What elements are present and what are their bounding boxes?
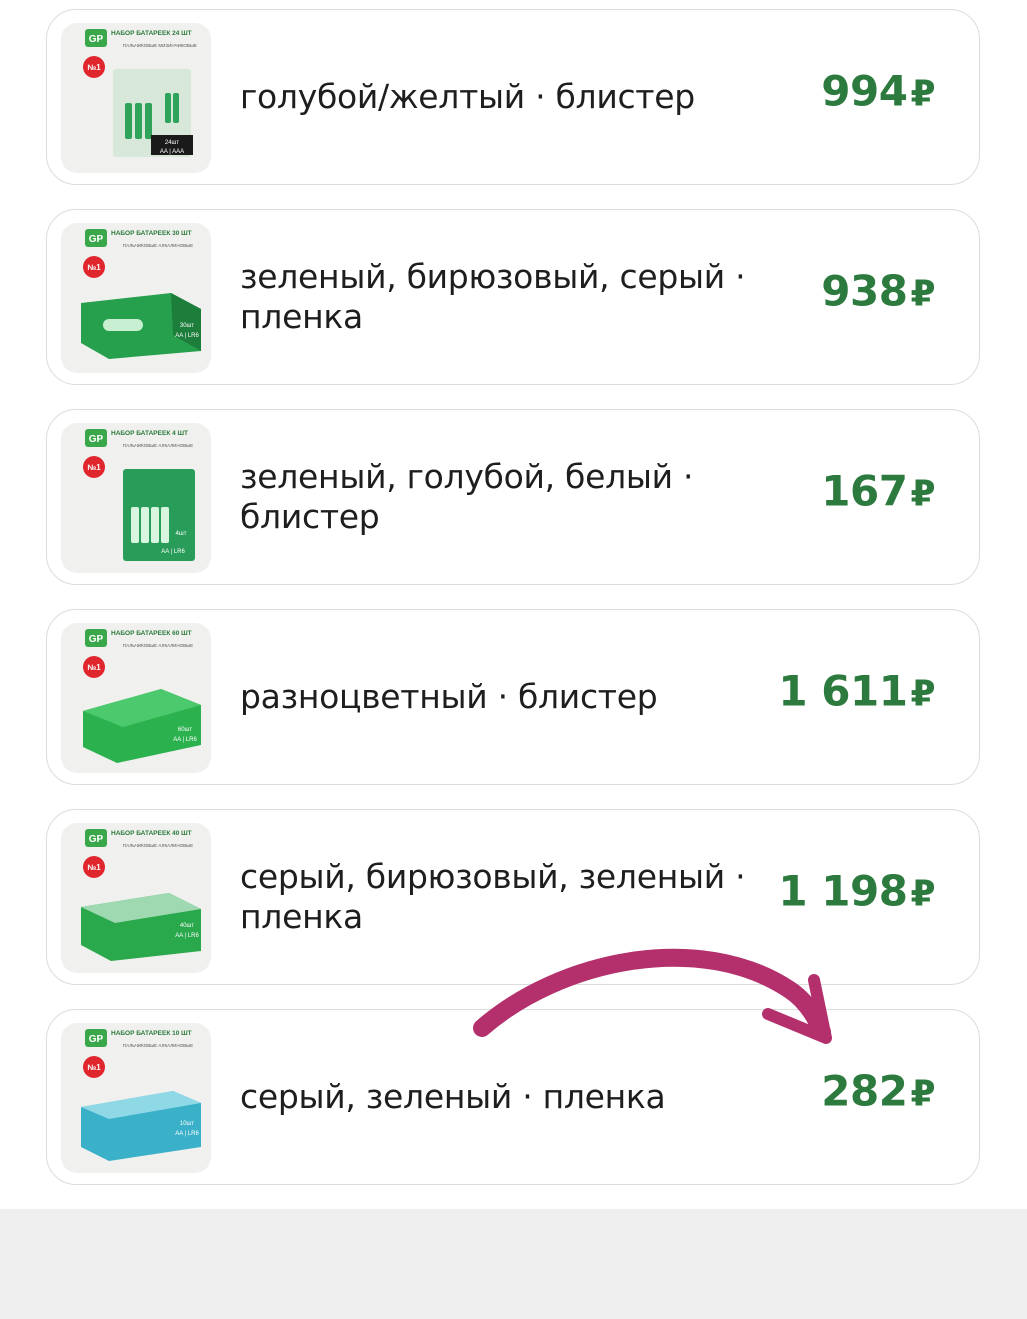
svg-text:№1: №1 <box>87 1063 101 1072</box>
svg-text:GP: GP <box>89 834 104 845</box>
svg-text:НАБОР БАТАРЕЕК 40 ШТ: НАБОР БАТАРЕЕК 40 ШТ <box>111 830 192 837</box>
svg-text:ПАЛЬЧИКОВЫЕ АЛКАЛИНОВЫЕ: ПАЛЬЧИКОВЫЕ АЛКАЛИНОВЫЕ <box>123 643 193 648</box>
variant-title: зеленый, голубой, белый · блистер <box>240 457 694 536</box>
product-image: GP НАБОР БАТАРЕЕК 60 ШТ ПАЛЬЧИКОВЫЕ АЛКА… <box>61 623 211 773</box>
currency-symbol: ₽ <box>910 473 935 515</box>
variant-price: 938₽ <box>821 266 935 316</box>
product-image: GP НАБОР БАТАРЕЕК 4 ШТ ПАЛЬЧИКОВЫЕ АЛКАЛ… <box>61 423 211 573</box>
variant-title: серый, бирюзовый, зеленый · пленка <box>240 857 746 936</box>
svg-text:10шт: 10шт <box>180 1121 194 1127</box>
svg-text:AA | LR6: AA | LR6 <box>175 1131 199 1137</box>
svg-text:AA | AAA: AA | AAA <box>160 149 184 155</box>
svg-text:40шт: 40шт <box>180 923 194 929</box>
svg-text:НАБОР БАТАРЕЕК 60 ШТ: НАБОР БАТАРЕЕК 60 ШТ <box>111 630 192 637</box>
svg-text:4шт: 4шт <box>176 531 187 537</box>
svg-text:GP: GP <box>89 1034 104 1045</box>
svg-text:НАБОР БАТАРЕЕК 4 ШТ: НАБОР БАТАРЕЕК 4 ШТ <box>111 430 188 437</box>
svg-text:ПАЛЬЧИКОВЫЕ АЛКАЛИНОВЫЕ: ПАЛЬЧИКОВЫЕ АЛКАЛИНОВЫЕ <box>123 443 193 448</box>
variant-card[interactable]: GP НАБОР БАТАРЕЕК 4 ШТ ПАЛЬЧИКОВЫЕ АЛКАЛ… <box>46 409 980 585</box>
svg-text:№1: №1 <box>87 863 101 872</box>
variant-title: разноцветный · блистер <box>240 677 658 716</box>
variant-card[interactable]: GP НАБОР БАТАРЕЕК 60 ШТ ПАЛЬЧИКОВЫЕ АЛКА… <box>46 609 980 785</box>
svg-text:AA | LR6: AA | LR6 <box>161 549 185 555</box>
svg-text:№1: №1 <box>87 663 101 672</box>
variant-card[interactable]: GP НАБОР БАТАРЕЕК 24 ШТ ПАЛЬЧИКОВЫЕ МИЗИ… <box>46 9 980 185</box>
variant-card[interactable]: GP НАБОР БАТАРЕЕК 10 ШТ ПАЛЬЧИКОВЫЕ АЛКА… <box>46 1009 980 1185</box>
svg-text:GP: GP <box>89 34 104 45</box>
currency-symbol: ₽ <box>910 873 935 915</box>
svg-text:30шт: 30шт <box>180 323 194 329</box>
svg-text:GP: GP <box>89 634 104 645</box>
variant-title: зеленый, бирюзовый, серый · пленка <box>240 257 746 336</box>
variant-price: 282₽ <box>821 1066 935 1116</box>
svg-text:№1: №1 <box>87 63 101 72</box>
product-image: GP НАБОР БАТАРЕЕК 40 ШТ ПАЛЬЧИКОВЫЕ АЛКА… <box>61 823 211 973</box>
svg-text:GP: GP <box>89 434 104 445</box>
product-image: GP НАБОР БАТАРЕЕК 24 ШТ ПАЛЬЧИКОВЫЕ МИЗИ… <box>61 23 211 173</box>
variant-price: 1 198₽ <box>778 866 935 916</box>
product-image: GP НАБОР БАТАРЕЕК 10 ШТ ПАЛЬЧИКОВЫЕ АЛКА… <box>61 1023 211 1173</box>
variant-card[interactable]: GP НАБОР БАТАРЕЕК 30 ШТ ПАЛЬЧИКОВЫЕ АЛКА… <box>46 209 980 385</box>
variant-price: 994₽ <box>821 66 935 116</box>
svg-text:НАБОР БАТАРЕЕК 30 ШТ: НАБОР БАТАРЕЕК 30 ШТ <box>111 230 192 237</box>
svg-text:ПАЛЬЧИКОВЫЕ АЛКАЛИНОВЫЕ: ПАЛЬЧИКОВЫЕ АЛКАЛИНОВЫЕ <box>123 843 193 848</box>
product-image: GP НАБОР БАТАРЕЕК 30 ШТ ПАЛЬЧИКОВЫЕ АЛКА… <box>61 223 211 373</box>
variant-price: 1 611₽ <box>778 666 935 716</box>
svg-text:AA | LR6: AA | LR6 <box>175 333 199 339</box>
currency-symbol: ₽ <box>910 1073 935 1115</box>
currency-symbol: ₽ <box>910 273 935 315</box>
variant-title: серый, зеленый · пленка <box>240 1077 666 1116</box>
currency-symbol: ₽ <box>910 673 935 715</box>
svg-text:24шт: 24шт <box>165 140 179 146</box>
variant-title: голубой/желтый · блистер <box>240 77 695 116</box>
bottom-panel <box>0 1209 1027 1319</box>
svg-text:AA | LR6: AA | LR6 <box>175 933 199 939</box>
svg-text:GP: GP <box>89 234 104 245</box>
currency-symbol: ₽ <box>910 73 935 115</box>
svg-text:НАБОР БАТАРЕЕК 24 ШТ: НАБОР БАТАРЕЕК 24 ШТ <box>111 30 192 37</box>
svg-text:НАБОР БАТАРЕЕК 10 ШТ: НАБОР БАТАРЕЕК 10 ШТ <box>111 1030 192 1037</box>
variant-price: 167₽ <box>821 466 935 516</box>
variant-card[interactable]: GP НАБОР БАТАРЕЕК 40 ШТ ПАЛЬЧИКОВЫЕ АЛКА… <box>46 809 980 985</box>
svg-text:ПАЛЬЧИКОВЫЕ АЛКАЛИНОВЫЕ: ПАЛЬЧИКОВЫЕ АЛКАЛИНОВЫЕ <box>123 243 193 248</box>
svg-text:60шт: 60шт <box>178 727 192 733</box>
svg-text:ПАЛЬЧИКОВЫЕ МИЗИНЧИКОВЫЕ: ПАЛЬЧИКОВЫЕ МИЗИНЧИКОВЫЕ <box>123 43 197 48</box>
svg-text:ПАЛЬЧИКОВЫЕ АЛКАЛИНОВЫЕ: ПАЛЬЧИКОВЫЕ АЛКАЛИНОВЫЕ <box>123 1043 193 1048</box>
svg-text:№1: №1 <box>87 263 101 272</box>
svg-text:№1: №1 <box>87 463 101 472</box>
svg-text:AA | LR6: AA | LR6 <box>173 737 197 743</box>
